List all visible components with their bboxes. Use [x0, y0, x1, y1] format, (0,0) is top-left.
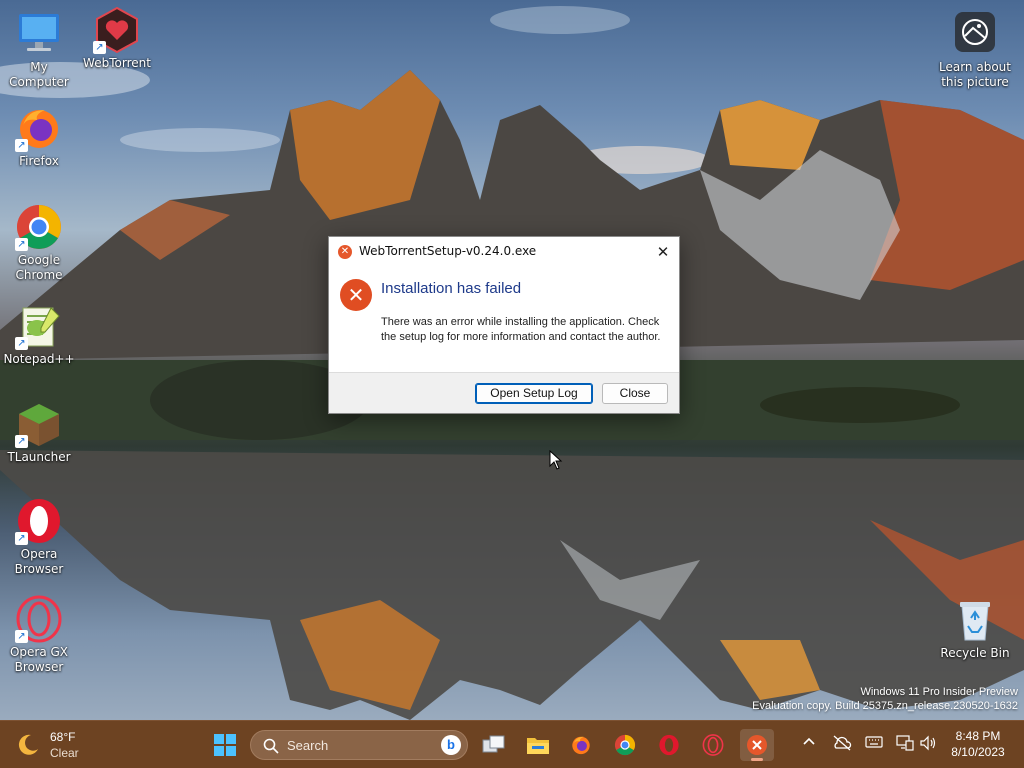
- start-button[interactable]: [208, 729, 242, 761]
- clock-date: 8/10/2023: [951, 745, 1005, 759]
- desktop-icon-label: Browser: [14, 660, 64, 674]
- search-icon: [263, 738, 279, 754]
- spotlight-label: Learn about: [939, 60, 1011, 74]
- task-view-icon: [482, 735, 505, 753]
- desktop-icon-label: WebTorrent: [83, 56, 151, 70]
- close-icon[interactable]: ✕: [647, 237, 679, 267]
- learn-about-this-picture[interactable]: Learn about this picture: [936, 10, 1014, 90]
- shortcut-arrow-icon: ↗: [15, 532, 28, 545]
- spotlight-label: this picture: [941, 75, 1009, 89]
- desktop-icon-label: Opera GX: [9, 645, 69, 659]
- firefox-icon: [572, 736, 590, 755]
- mouse-cursor-icon: [549, 449, 563, 470]
- recycle-bin-icon: [951, 596, 999, 644]
- notepadpp-icon: ↗: [15, 302, 63, 350]
- chrome-icon: [614, 734, 636, 756]
- desktop-icon-opera-gx-browser[interactable]: ↗ Opera GX Browser: [0, 595, 78, 675]
- search-placeholder: Search: [287, 738, 329, 753]
- close-button[interactable]: Close: [602, 383, 668, 404]
- chevron-up-icon[interactable]: [799, 734, 819, 754]
- task-view-button[interactable]: [477, 729, 511, 761]
- desktop-icon-label: Firefox: [19, 154, 59, 168]
- taskbar: 68°F Clear Search b 8:48 PM 8/10/2023: [0, 720, 1024, 768]
- weather-condition: Clear: [50, 746, 79, 760]
- opera-icon: ↗: [15, 497, 63, 545]
- file-explorer-icon: [527, 738, 549, 754]
- desktop-icon-label: Browser: [14, 562, 64, 576]
- firefox-icon: ↗: [15, 104, 63, 152]
- desktop-icon-label: My Computer: [9, 60, 69, 89]
- opera-icon: [659, 734, 679, 756]
- clock-time: 8:48 PM: [955, 729, 1001, 743]
- desktop-icon-label: Google: [17, 253, 61, 267]
- desktop-icon-notepadpp[interactable]: ↗ Notepad++: [0, 302, 78, 367]
- camera-spotlight-icon: [951, 10, 999, 58]
- windows-watermark: Windows 11 Pro Insider Preview Evaluatio…: [752, 685, 1018, 713]
- dialog-title: WebTorrentSetup-v0.24.0.exe: [359, 244, 537, 258]
- shortcut-arrow-icon: ↗: [15, 238, 28, 251]
- webtorrent-setup-icon: [747, 735, 767, 755]
- tlauncher-icon: ↗: [15, 400, 63, 448]
- dialog-body: ✕ Installation has failed There was an e…: [329, 267, 679, 373]
- active-indicator: [751, 758, 763, 761]
- weather-widget[interactable]: 68°F Clear: [16, 729, 136, 761]
- shortcut-arrow-icon: ↗: [15, 630, 28, 643]
- desktop-icon-label: TLauncher: [7, 450, 71, 464]
- taskbar-search-box[interactable]: Search b: [250, 730, 468, 760]
- volume-icon[interactable]: [918, 735, 938, 755]
- desktop-icon-opera-browser[interactable]: ↗ Opera Browser: [0, 497, 78, 577]
- desktop-icon-label: Opera: [20, 547, 58, 561]
- desktop-icon-my-computer[interactable]: My Computer: [0, 10, 78, 90]
- file-explorer-button[interactable]: [521, 729, 555, 761]
- taskbar-firefox-button[interactable]: [564, 729, 598, 761]
- network-icon[interactable]: [895, 735, 915, 755]
- dialog-message: There was an error while installing the …: [381, 316, 661, 343]
- shortcut-arrow-icon: ↗: [15, 337, 28, 350]
- opera-gx-icon: [702, 734, 724, 756]
- onedrive-offline-icon[interactable]: [832, 735, 852, 755]
- taskbar-opera-gx-button[interactable]: [696, 729, 730, 761]
- desktop-icon-recycle-bin[interactable]: Recycle Bin: [936, 596, 1014, 661]
- taskbar-webtorrent-setup-button[interactable]: [740, 729, 774, 761]
- weather-temperature: 68°F: [50, 730, 76, 744]
- chrome-icon: ↗: [15, 203, 63, 251]
- taskbar-clock[interactable]: 8:48 PM 8/10/2023: [936, 728, 1020, 760]
- desktop-icon-label: Recycle Bin: [940, 646, 1010, 660]
- error-small-icon: ✕: [338, 245, 352, 259]
- moon-icon: [16, 733, 40, 757]
- windows-start-icon: [214, 734, 236, 756]
- dialog-footer: Open Setup Log Close: [329, 372, 679, 413]
- opera-gx-icon: ↗: [15, 595, 63, 643]
- open-setup-log-button[interactable]: Open Setup Log: [475, 383, 593, 404]
- dialog-titlebar[interactable]: ✕ WebTorrentSetup-v0.24.0.exe ✕: [329, 237, 679, 267]
- computer-icon: [15, 10, 63, 58]
- shortcut-arrow-icon: ↗: [15, 139, 28, 152]
- error-icon: ✕: [340, 279, 372, 311]
- bing-icon[interactable]: b: [441, 735, 461, 755]
- desktop-icon-firefox[interactable]: ↗ Firefox: [0, 104, 78, 169]
- desktop-icon-label: Chrome: [15, 268, 63, 282]
- desktop-icon-webtorrent[interactable]: ↗ WebTorrent: [78, 6, 156, 71]
- watermark-line: Evaluation copy. Build 25375.zn_release.…: [752, 700, 1018, 712]
- desktop-icon-tlauncher[interactable]: ↗ TLauncher: [0, 400, 78, 465]
- shortcut-arrow-icon: ↗: [15, 435, 28, 448]
- desktop-icon-label: Notepad++: [3, 352, 75, 366]
- setup-error-dialog: ✕ WebTorrentSetup-v0.24.0.exe ✕ ✕ Instal…: [328, 236, 680, 414]
- watermark-line: Windows 11 Pro Insider Preview: [860, 686, 1018, 698]
- desktop-icon-google-chrome[interactable]: ↗ Google Chrome: [0, 203, 78, 283]
- keyboard-icon[interactable]: [864, 735, 884, 755]
- shortcut-arrow-icon: ↗: [93, 41, 106, 54]
- taskbar-opera-button[interactable]: [652, 729, 686, 761]
- dialog-heading: Installation has failed: [381, 280, 522, 297]
- webtorrent-icon: ↗: [93, 6, 141, 54]
- taskbar-chrome-button[interactable]: [608, 729, 642, 761]
